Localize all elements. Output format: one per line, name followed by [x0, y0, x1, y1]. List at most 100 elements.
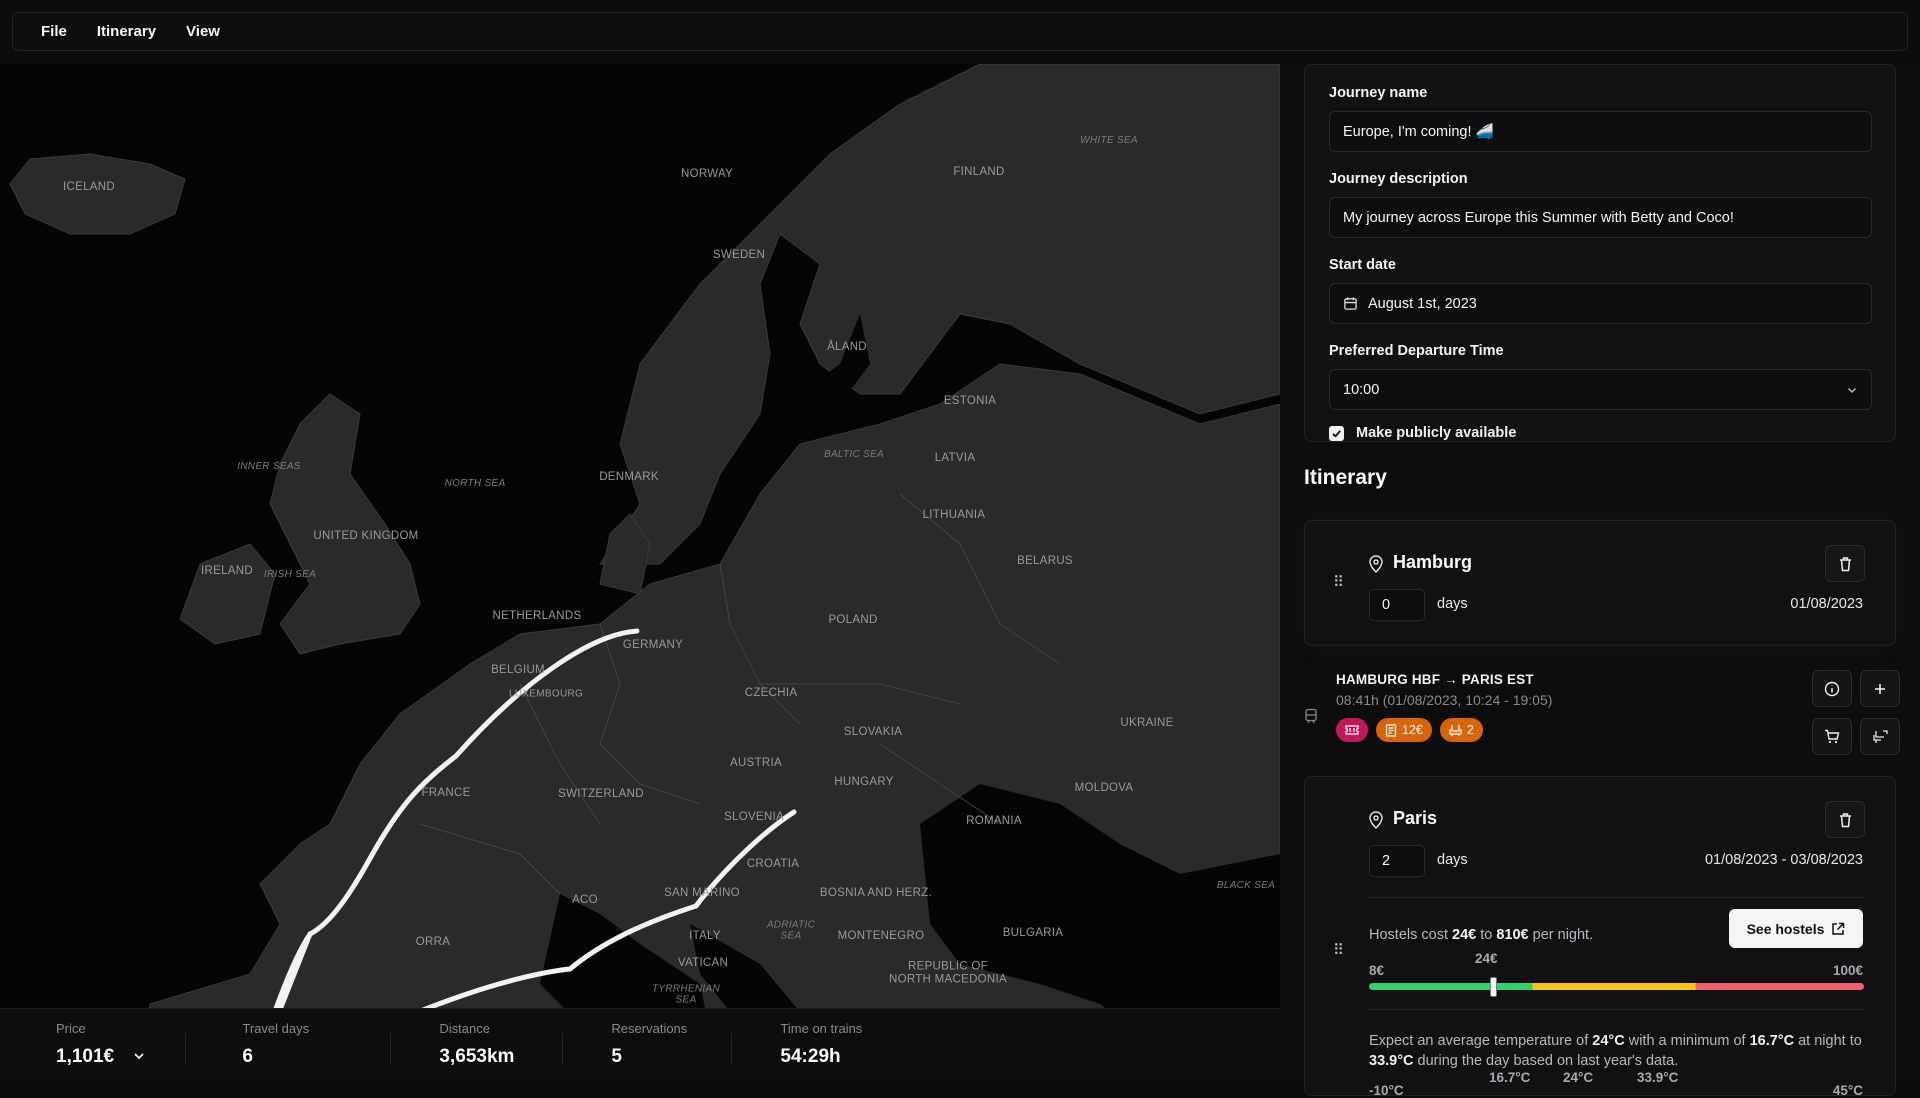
map-label-germany: GERMANY: [622, 639, 684, 651]
receipt-icon: [1385, 723, 1397, 737]
info-icon: [1824, 681, 1840, 696]
map-label-czechia: CZECHIA: [744, 687, 798, 699]
drag-handle-icon[interactable]: ⠿: [1333, 573, 1344, 591]
map-label-moldova: MOLDOVA: [1074, 782, 1134, 794]
map-label-white-sea: WHITE SEA: [1080, 134, 1138, 146]
hostel-price-slider-track[interactable]: [1369, 983, 1864, 990]
map-label-bosnia: BOSNIA AND HERZ.: [819, 887, 933, 899]
journey-description-input[interactable]: My journey across Europe this Summer wit…: [1329, 197, 1872, 238]
stat-distance: Distance 3,653km: [391, 1021, 564, 1067]
departure-time-select[interactable]: 10:00: [1329, 369, 1872, 410]
map-label-lithuania: LITHUANIA: [922, 509, 986, 521]
stat-travel-days-value: 6: [242, 1046, 253, 1067]
map-label-irish-sea: IRISH SEA: [263, 568, 317, 580]
hostel-max-price: 810€: [1496, 927, 1529, 943]
map-label-andorra: ORRA: [415, 936, 451, 948]
stop-days-input[interactable]: 2: [1369, 845, 1425, 877]
map-label-hungary: HUNGARY: [834, 776, 894, 788]
map-label-slovakia: SLOVAKIA: [843, 726, 903, 738]
departure-time-label: Preferred Departure Time: [1329, 343, 1504, 359]
map-label-belgium: BELGIUM: [491, 664, 545, 676]
stat-price-value: 1,101€: [56, 1046, 145, 1068]
map-label-denmark: DENMARK: [599, 471, 659, 483]
stat-price[interactable]: Price 1,101€: [0, 1021, 187, 1068]
cart-icon: [1825, 729, 1840, 744]
check-icon: [1332, 429, 1341, 438]
delete-stop-button[interactable]: [1825, 545, 1865, 582]
stat-travel-days: Travel days 6: [186, 1021, 392, 1067]
stop-card-hamburg: ⠿ Hamburg 0 days 01/08/2023: [1304, 520, 1896, 646]
temp-text-3: at night to: [1794, 1033, 1862, 1049]
hostel-text-prefix: Hostels cost: [1369, 927, 1452, 943]
map-label-slovenia: SLOVENIA: [724, 811, 784, 823]
menu-itinerary[interactable]: Itinerary: [85, 17, 168, 46]
stat-time-on-trains-value: 54:29h: [780, 1046, 841, 1067]
slider-current-label: 24€: [1475, 951, 1498, 966]
temp-scale-label: 33.9°C: [1637, 1070, 1679, 1085]
menu-view[interactable]: View: [174, 17, 232, 46]
divider: [1369, 897, 1863, 898]
map-label-bulgaria: BULGARIA: [1002, 927, 1064, 939]
train-info-button[interactable]: [1812, 670, 1852, 707]
see-hostels-label: See hostels: [1746, 920, 1825, 937]
hostel-text-suffix: per night.: [1528, 927, 1594, 943]
seat-icon: [1449, 724, 1462, 736]
drag-handle-icon[interactable]: ⠿: [1333, 941, 1344, 959]
train-icon: [1304, 708, 1318, 724]
see-hostels-button[interactable]: See hostels: [1729, 909, 1863, 948]
stop-days-label: days: [1437, 596, 1468, 612]
start-date-label: Start date: [1329, 257, 1396, 273]
public-checkbox[interactable]: [1329, 425, 1344, 441]
slider-max-label: 100€: [1832, 963, 1863, 978]
map-label-italy: ITALY: [689, 930, 721, 942]
journey-form: Journey name Europe, I'm coming! 🚄 Journ…: [1304, 64, 1896, 442]
map-label-belarus: BELARUS: [1017, 555, 1073, 567]
map-label-baltic-sea: BALTIC SEA: [823, 448, 885, 460]
calendar-icon: [1343, 296, 1358, 311]
stop-days-input[interactable]: 0: [1369, 589, 1425, 621]
map-label-france: FRANCE: [421, 787, 471, 799]
stat-travel-days-label: Travel days: [242, 1021, 310, 1036]
map-label-uk: UNITED KINGDOM: [313, 530, 419, 542]
map-label-romania: ROMANIA: [966, 815, 1022, 827]
map-label-north-sea: NORTH SEA: [444, 477, 506, 489]
stop-date: 01/08/2023: [1790, 596, 1863, 612]
seat-reservation-button[interactable]: [1860, 718, 1900, 755]
map-label-luxembourg: LUXEMBOURG: [508, 688, 584, 700]
hostel-min-price: 24€: [1452, 927, 1477, 943]
price-badge-value: 12€: [1402, 723, 1423, 737]
map-label-croatia: CROATIA: [746, 858, 800, 870]
menu-file[interactable]: File: [29, 17, 79, 46]
stat-price-label: Price: [56, 1021, 86, 1036]
start-date-picker[interactable]: August 1st, 2023: [1329, 283, 1872, 324]
temp-scale-label: 16.7°C: [1489, 1070, 1531, 1085]
map-view[interactable]: ICELAND NORWAY FINLAND SWEDEN ÅLAND ESTO…: [0, 64, 1280, 1080]
temp-scale-label: -10°C: [1369, 1083, 1404, 1098]
external-link-icon: [1832, 922, 1845, 935]
temp-text-2: with a minimum of: [1624, 1033, 1750, 1049]
slider-min-label: 8€: [1369, 963, 1385, 978]
seat-select-icon: [1872, 730, 1888, 743]
hostel-price-slider-thumb[interactable]: [1489, 977, 1497, 997]
hostel-text-mid: to: [1476, 927, 1497, 943]
temp-text-4: during the day based on last year's data…: [1413, 1053, 1679, 1070]
journey-name-input[interactable]: Europe, I'm coming! 🚄: [1329, 111, 1872, 152]
delete-stop-button[interactable]: [1825, 801, 1865, 838]
temp-scale-label: 45°C: [1832, 1083, 1863, 1098]
map-label-austria: AUSTRIA: [730, 757, 782, 769]
journey-description-label: Journey description: [1329, 171, 1468, 187]
map-label-latvia: LATVIA: [934, 452, 976, 464]
map-label-adriatic-sea: ADRIATIC SEA: [766, 919, 816, 941]
hostel-price-text: Hostels cost 24€ to 810€ per night.: [1369, 927, 1593, 943]
stop-city-name: Hamburg: [1393, 552, 1473, 572]
stat-reservations: Reservations 5: [563, 1021, 733, 1067]
train-badges: 12€ 2: [1336, 718, 1483, 742]
buy-ticket-button[interactable]: [1812, 718, 1852, 755]
itinerary-title: Itinerary: [1304, 466, 1387, 489]
journey-name-label: Journey name: [1329, 85, 1428, 101]
train-duration: 08:41h (01/08/2023, 10:24 - 19:05): [1336, 692, 1553, 708]
map-label-sweden: SWEDEN: [712, 249, 766, 261]
add-stop-button[interactable]: [1860, 670, 1900, 707]
chevron-down-icon[interactable]: [133, 1046, 145, 1068]
map-label-estonia: ESTONIA: [943, 395, 997, 407]
